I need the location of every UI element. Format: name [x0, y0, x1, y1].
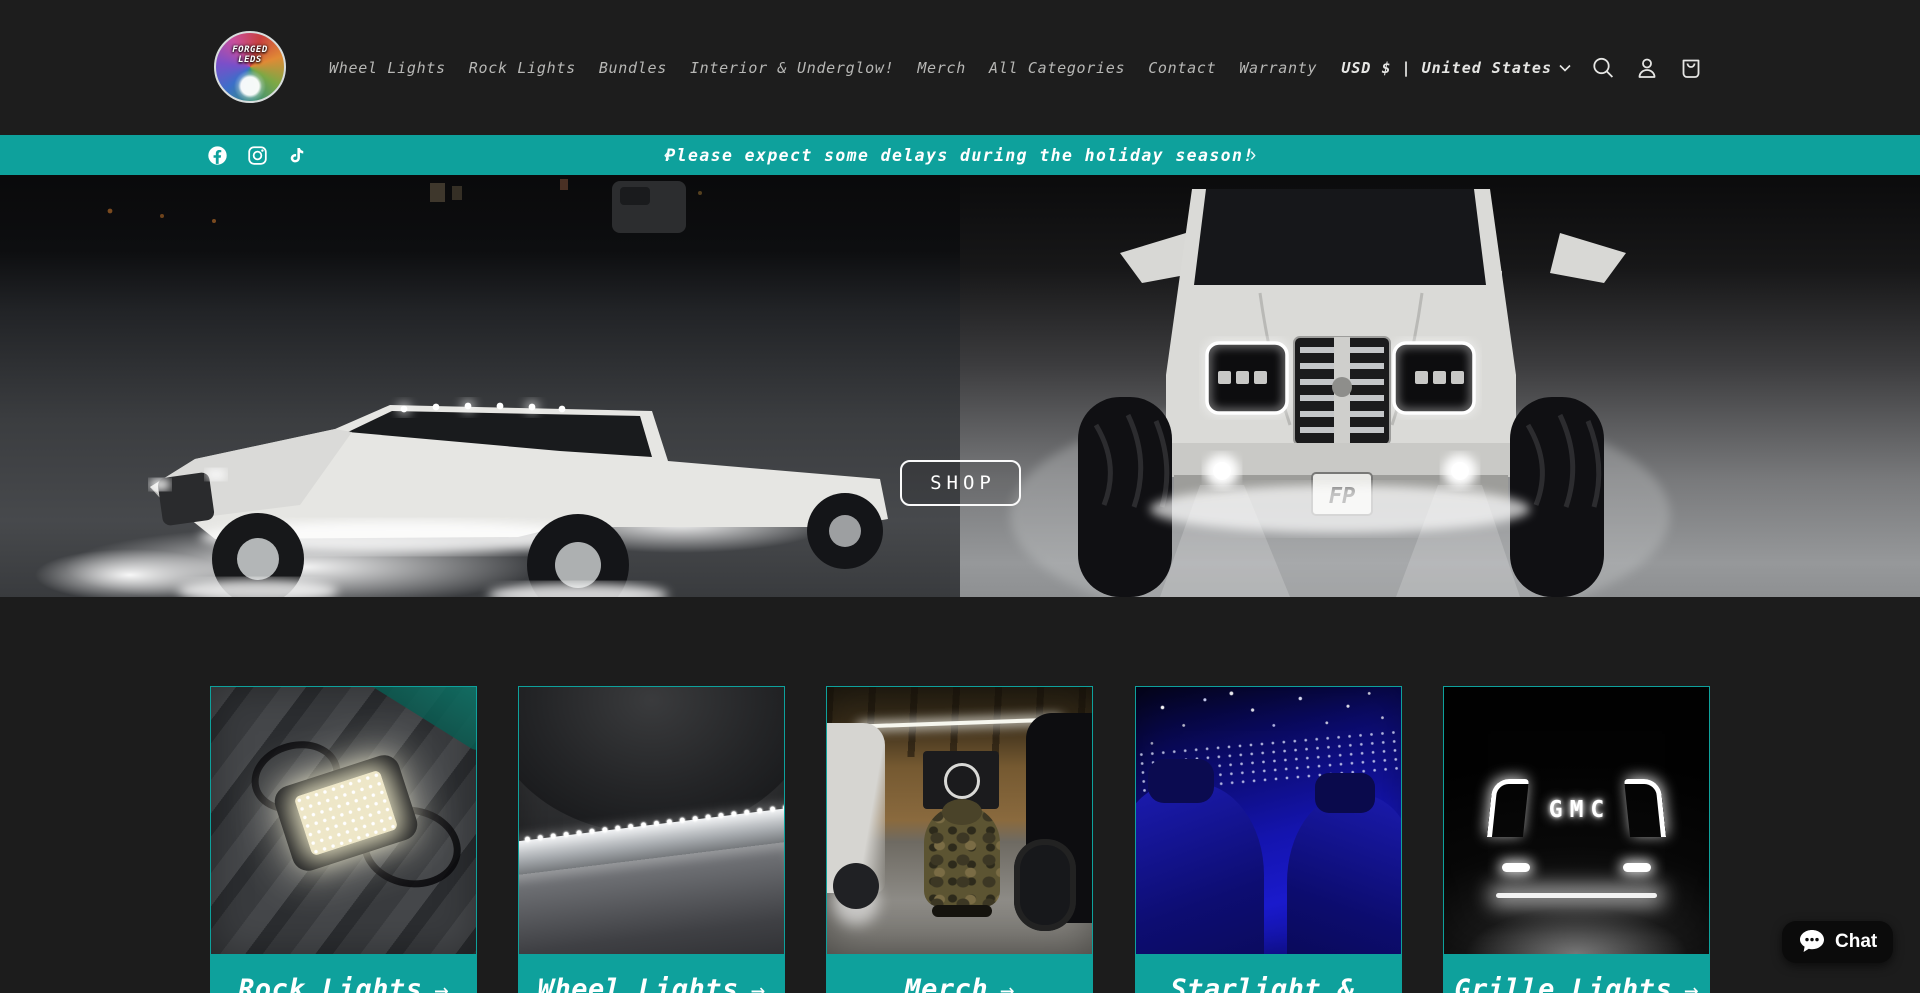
announcement-next-button[interactable]: ›: [1236, 135, 1270, 175]
hero-image-right-truck: FP: [960, 175, 1920, 597]
chevron-down-icon: [1559, 64, 1571, 72]
store-logo[interactable]: FORGED LEDS: [214, 31, 286, 103]
category-title: Grille Lights: [1454, 974, 1672, 993]
category-card-starlight[interactable]: Starlight &: [1135, 686, 1402, 993]
nav-item-warranty[interactable]: Warranty: [1239, 59, 1317, 77]
grille-lights-image: GMC: [1444, 687, 1709, 954]
social-links: [207, 135, 307, 175]
announcement-prev-button[interactable]: ‹: [650, 135, 684, 175]
cart-button[interactable]: [1669, 46, 1713, 90]
nav-item-all-categories[interactable]: All Categories: [989, 59, 1125, 77]
category-title: Starlight &: [1170, 974, 1354, 993]
localization-label: USD $ | United States: [1341, 59, 1552, 77]
announcement-message: Please expect some delays during the hol…: [665, 146, 1254, 165]
merch-image: [827, 687, 1092, 954]
rock-lights-image: [211, 687, 476, 954]
announcement-bar: ‹ Please expect some delays during the h…: [0, 135, 1920, 175]
card-footer: Merch →: [827, 954, 1092, 993]
category-title: Wheel Lights: [538, 974, 739, 993]
category-card-merch[interactable]: Merch →: [826, 686, 1093, 993]
hero-banner: FP SHOP: [0, 175, 1920, 597]
search-button[interactable]: [1581, 46, 1625, 90]
card-footer: Grille Lights →: [1444, 954, 1709, 993]
site-header: FORGED LEDS Wheel Lights Rock Lights Bun…: [0, 0, 1920, 135]
nav-item-interior-underglow[interactable]: Interior & Underglow!: [690, 59, 894, 77]
arrow-right-icon: →: [751, 976, 765, 993]
cart-bag-icon: [1678, 55, 1704, 81]
main-nav: Wheel Lights Rock Lights Bundles Interio…: [329, 0, 1317, 135]
chat-button[interactable]: Chat: [1782, 921, 1893, 963]
nav-item-contact[interactable]: Contact: [1148, 59, 1216, 77]
header-actions: USD $ | United States: [1341, 0, 1713, 135]
facebook-icon[interactable]: [207, 145, 228, 166]
nav-item-merch[interactable]: Merch: [917, 59, 966, 77]
starlight-interior-image: [1136, 687, 1401, 954]
category-card-grille-lights[interactable]: GMC Grille Lights →: [1443, 686, 1710, 993]
account-icon: [1634, 55, 1660, 81]
tiktok-icon[interactable]: [287, 145, 307, 166]
category-title: Rock Lights: [238, 974, 422, 993]
card-footer: Starlight &: [1136, 954, 1401, 993]
shop-button[interactable]: SHOP: [900, 460, 1021, 506]
search-icon: [1590, 55, 1616, 81]
account-button[interactable]: [1625, 46, 1669, 90]
hero-image-left-truck: [0, 175, 960, 597]
chat-label: Chat: [1835, 931, 1877, 953]
storefront-page: FORGED LEDS Wheel Lights Rock Lights Bun…: [0, 0, 1920, 993]
nav-item-rock-lights[interactable]: Rock Lights: [469, 59, 576, 77]
category-card-rock-lights[interactable]: Rock Lights →: [210, 686, 477, 993]
nav-item-wheel-lights[interactable]: Wheel Lights: [329, 59, 446, 77]
card-footer: Rock Lights →: [211, 954, 476, 993]
category-title: Merch: [904, 974, 988, 993]
category-card-wheel-lights[interactable]: Wheel Lights →: [518, 686, 785, 993]
store-logo-text: FORGED LEDS: [216, 45, 284, 65]
arrow-right-icon: →: [434, 976, 448, 993]
category-grid: Rock Lights → Wheel Lights →: [0, 686, 1920, 993]
arrow-right-icon: →: [1000, 976, 1014, 993]
instagram-icon[interactable]: [247, 145, 268, 166]
arrow-right-icon: →: [1684, 976, 1698, 993]
wheel-lights-image: [519, 687, 784, 954]
card-footer: Wheel Lights →: [519, 954, 784, 993]
chat-bubble-icon: [1798, 928, 1826, 957]
nav-item-bundles[interactable]: Bundles: [599, 59, 667, 77]
localization-selector[interactable]: USD $ | United States: [1341, 59, 1571, 77]
gmc-grille-text: GMC: [1444, 797, 1709, 823]
